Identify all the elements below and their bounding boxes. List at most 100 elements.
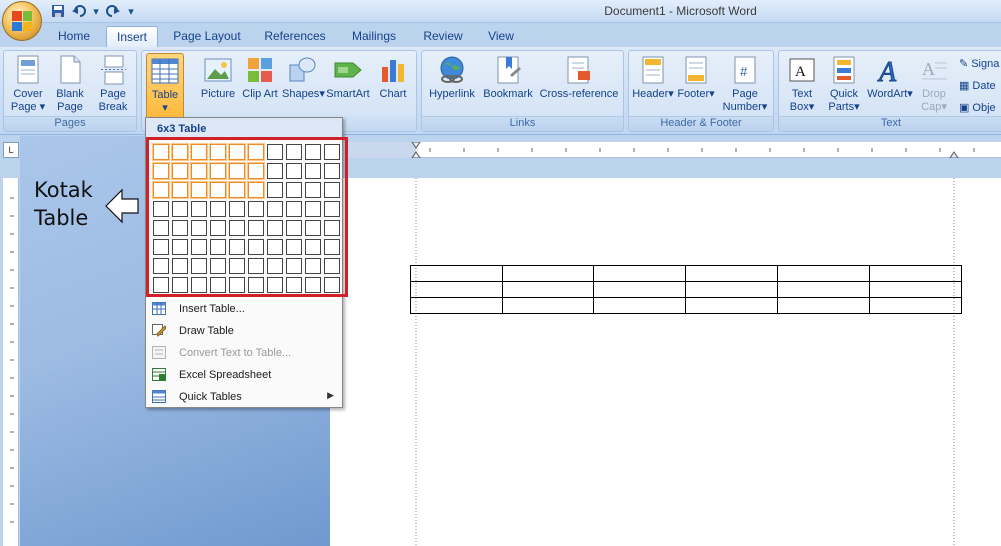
document-table[interactable]	[410, 265, 962, 314]
table-grid-cell[interactable]	[248, 220, 264, 236]
text-box-button[interactable]: A Text Box▾	[782, 53, 822, 115]
table-grid-cell[interactable]	[229, 163, 245, 179]
table-grid[interactable]	[153, 144, 340, 293]
clip-art-button[interactable]: Clip Art	[242, 53, 278, 115]
smartart-button[interactable]: SmartArt	[324, 53, 372, 115]
table-grid-cell[interactable]	[229, 220, 245, 236]
table-grid-cell[interactable]	[210, 277, 226, 293]
table-cell[interactable]	[777, 297, 870, 314]
table-grid-cell[interactable]	[172, 201, 188, 217]
table-grid-cell[interactable]	[324, 258, 340, 274]
table-grid-cell[interactable]	[267, 144, 283, 160]
table-grid-cell[interactable]	[210, 182, 226, 198]
tab-insert[interactable]: Insert	[106, 26, 158, 47]
table-cell[interactable]	[777, 281, 870, 298]
object-button[interactable]: ▣ Obje	[959, 101, 996, 115]
table-button[interactable]: Table ▾	[146, 53, 184, 119]
drop-cap-button[interactable]: A Drop Cap▾	[915, 53, 953, 115]
table-grid-cell[interactable]	[191, 277, 207, 293]
table-grid-cell[interactable]	[324, 163, 340, 179]
table-cell[interactable]	[593, 297, 686, 314]
table-grid-cell[interactable]	[191, 163, 207, 179]
table-grid-cell[interactable]	[305, 163, 321, 179]
table-grid-cell[interactable]	[191, 220, 207, 236]
table-grid-cell[interactable]	[172, 258, 188, 274]
cover-page-button[interactable]: Cover Page ▾	[7, 53, 49, 115]
table-grid-cell[interactable]	[229, 201, 245, 217]
table-grid-cell[interactable]	[210, 258, 226, 274]
date-time-button[interactable]: ▦ Date	[959, 79, 996, 93]
table-grid-cell[interactable]	[248, 201, 264, 217]
table-grid-cell[interactable]	[305, 144, 321, 160]
table-cell[interactable]	[593, 281, 686, 298]
chart-button[interactable]: Chart	[374, 53, 412, 115]
page-break-button[interactable]: Page Break	[92, 53, 134, 115]
table-grid-cell[interactable]	[210, 201, 226, 217]
excel-spreadsheet-menu-item[interactable]: Excel Spreadsheet	[146, 364, 342, 386]
office-button[interactable]	[2, 1, 42, 41]
footer-button[interactable]: Footer▾	[675, 53, 717, 115]
table-grid-cell[interactable]	[305, 220, 321, 236]
table-cell[interactable]	[869, 297, 962, 314]
table-cell[interactable]	[685, 265, 778, 282]
signature-line-button[interactable]: ✎ Signa	[959, 57, 999, 71]
table-cell[interactable]	[685, 297, 778, 314]
tab-home[interactable]: Home	[50, 26, 98, 47]
table-grid-cell[interactable]	[248, 258, 264, 274]
table-grid-cell[interactable]	[229, 239, 245, 255]
table-grid-cell[interactable]	[191, 182, 207, 198]
table-grid-cell[interactable]	[172, 220, 188, 236]
table-grid-cell[interactable]	[305, 201, 321, 217]
table-grid-cell[interactable]	[248, 182, 264, 198]
tab-page-layout[interactable]: Page Layout	[166, 26, 248, 47]
convert-text-to-table-menu-item[interactable]: Convert Text to Table...	[146, 342, 342, 364]
table-cell[interactable]	[410, 297, 503, 314]
table-grid-cell[interactable]	[191, 201, 207, 217]
page-number-button[interactable]: # Page Number▾	[719, 53, 771, 115]
table-grid-cell[interactable]	[267, 258, 283, 274]
quick-parts-button[interactable]: Quick Parts▾	[824, 53, 864, 115]
table-grid-cell[interactable]	[324, 220, 340, 236]
table-grid-cell[interactable]	[267, 201, 283, 217]
table-grid-cell[interactable]	[172, 239, 188, 255]
table-cell[interactable]	[410, 281, 503, 298]
table-grid-cell[interactable]	[286, 277, 302, 293]
table-grid-cell[interactable]	[324, 277, 340, 293]
table-grid-cell[interactable]	[248, 163, 264, 179]
table-grid-cell[interactable]	[172, 182, 188, 198]
table-grid-cell[interactable]	[172, 277, 188, 293]
table-grid-cell[interactable]	[248, 144, 264, 160]
table-grid-cell[interactable]	[210, 220, 226, 236]
table-grid-cell[interactable]	[248, 277, 264, 293]
table-grid-cell[interactable]	[210, 144, 226, 160]
document-page[interactable]	[330, 178, 1001, 546]
table-grid-cell[interactable]	[153, 220, 169, 236]
table-grid-cell[interactable]	[172, 144, 188, 160]
table-grid-cell[interactable]	[324, 144, 340, 160]
table-cell[interactable]	[869, 281, 962, 298]
tab-selector-button[interactable]: L	[3, 142, 19, 158]
table-grid-cell[interactable]	[305, 239, 321, 255]
table-grid-cell[interactable]	[286, 163, 302, 179]
table-grid-cell[interactable]	[286, 220, 302, 236]
table-grid-cell[interactable]	[324, 182, 340, 198]
hyperlink-button[interactable]: Hyperlink	[426, 53, 478, 115]
table-cell[interactable]	[502, 265, 594, 282]
table-cell[interactable]	[502, 281, 594, 298]
table-grid-cell[interactable]	[153, 239, 169, 255]
table-grid-cell[interactable]	[191, 144, 207, 160]
blank-page-button[interactable]: Blank Page	[50, 53, 90, 115]
table-grid-cell[interactable]	[153, 163, 169, 179]
table-grid-cell[interactable]	[267, 239, 283, 255]
insert-table-menu-item[interactable]: Insert Table...	[146, 298, 342, 320]
table-grid-cell[interactable]	[324, 201, 340, 217]
table-grid-cell[interactable]	[286, 182, 302, 198]
wordart-button[interactable]: A WordArt▾	[867, 53, 913, 115]
table-grid-cell[interactable]	[267, 220, 283, 236]
table-grid-cell[interactable]	[248, 239, 264, 255]
tab-view[interactable]: View	[478, 26, 524, 47]
draw-table-menu-item[interactable]: Draw Table	[146, 320, 342, 342]
table-grid-cell[interactable]	[210, 163, 226, 179]
table-grid-cell[interactable]	[305, 277, 321, 293]
table-grid-cell[interactable]	[153, 182, 169, 198]
